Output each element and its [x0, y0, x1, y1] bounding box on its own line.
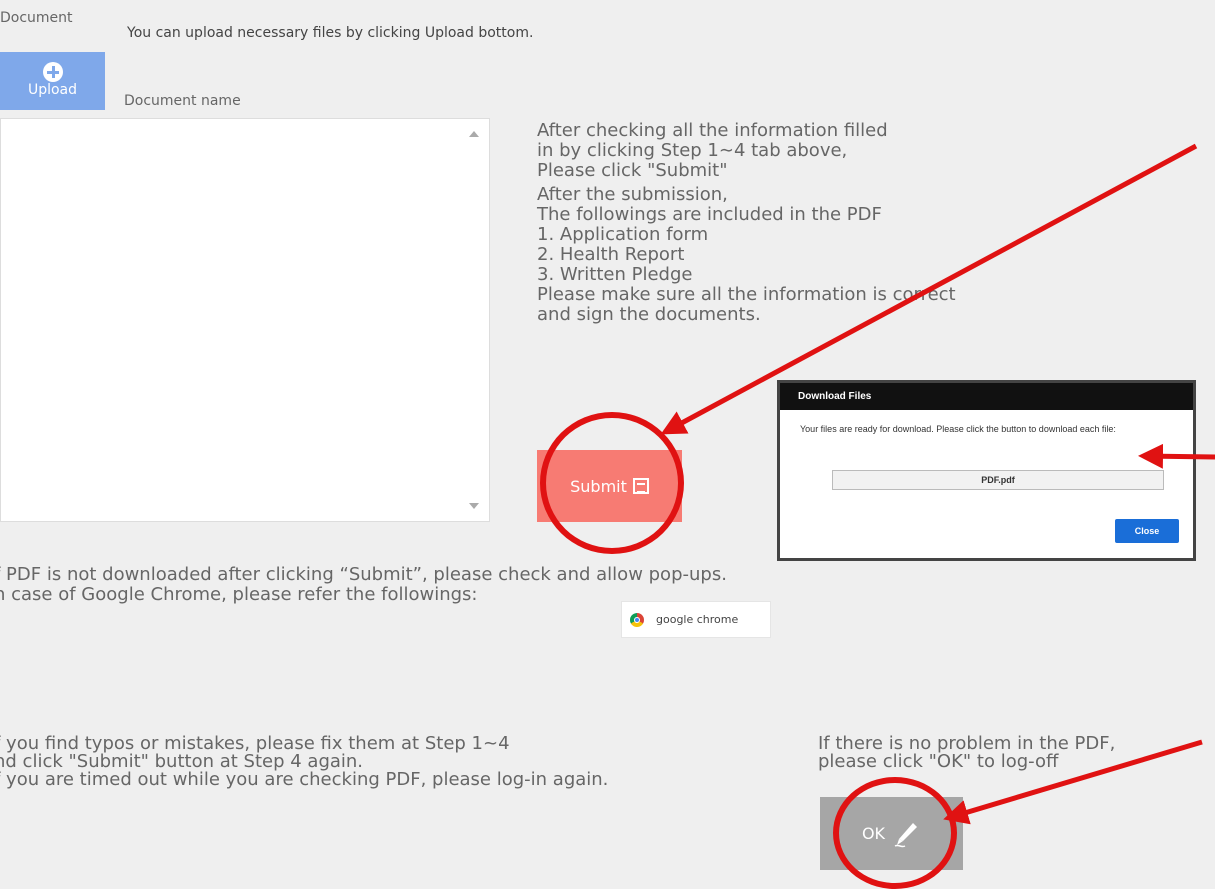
pen-icon	[894, 822, 918, 847]
logoff-notice: If there is no problem in the PDF, pleas…	[818, 735, 1115, 771]
popup-notice-line: f PDF is not downloaded after clicking “…	[0, 564, 727, 585]
scroll-up-arrow-icon[interactable]	[469, 131, 479, 137]
instruction-line: After the submission,	[537, 184, 728, 205]
instruction-line: 2. Health Report	[537, 244, 685, 265]
document-list[interactable]	[0, 118, 490, 522]
instruction-line: After checking all the information fille…	[537, 120, 888, 141]
dialog-message: Your files are ready for download. Pleas…	[800, 424, 1116, 434]
document-name-header: Document name	[124, 93, 241, 109]
upload-button-label: Upload	[27, 82, 78, 98]
google-chrome-link[interactable]: google chrome	[621, 601, 771, 638]
document-icon	[632, 478, 649, 494]
plus-circle-icon	[42, 62, 63, 82]
instruction-line: 3. Written Pledge	[537, 264, 693, 285]
instruction-line: in by clicking Step 1∼4 tab above,	[537, 140, 848, 161]
submit-button[interactable]: Submit	[537, 450, 682, 522]
dialog-close-button[interactable]: Close	[1115, 519, 1179, 543]
upload-button[interactable]: Upload	[0, 52, 105, 110]
upload-hint: You can upload necessary files by clicki…	[127, 25, 534, 41]
download-files-dialog: Download Files Your files are ready for …	[777, 380, 1196, 561]
popup-notice: f PDF is not downloaded after clicking “…	[0, 565, 727, 605]
scroll-down-arrow-icon[interactable]	[469, 503, 479, 509]
document-section-label: Document	[0, 10, 73, 26]
fix-notice-line: f you are timed out while you are checki…	[0, 769, 609, 790]
popup-notice-line: n case of Google Chrome, please refer th…	[0, 584, 478, 605]
dialog-title: Download Files	[780, 383, 1193, 410]
logoff-notice-line: please click "OK" to log-off	[818, 751, 1059, 772]
instruction-line: Please click "Submit"	[537, 160, 728, 181]
instruction-line: and sign the documents.	[537, 304, 761, 325]
google-chrome-link-label: google chrome	[656, 613, 739, 626]
chrome-icon	[630, 612, 644, 627]
ok-button[interactable]: OK	[820, 797, 963, 870]
instruction-line: 1. Application form	[537, 224, 709, 245]
submission-instructions: After checking all the information fille…	[537, 121, 1057, 325]
instruction-line: The followings are included in the PDF	[537, 204, 882, 225]
ok-button-label: OK	[861, 824, 886, 843]
instruction-line: Please make sure all the information is …	[537, 284, 956, 305]
fix-notice: f you find typos or mistakes, please fix…	[0, 735, 608, 789]
submit-button-label: Submit	[570, 476, 627, 496]
pdf-download-button[interactable]: PDF.pdf	[832, 470, 1164, 490]
